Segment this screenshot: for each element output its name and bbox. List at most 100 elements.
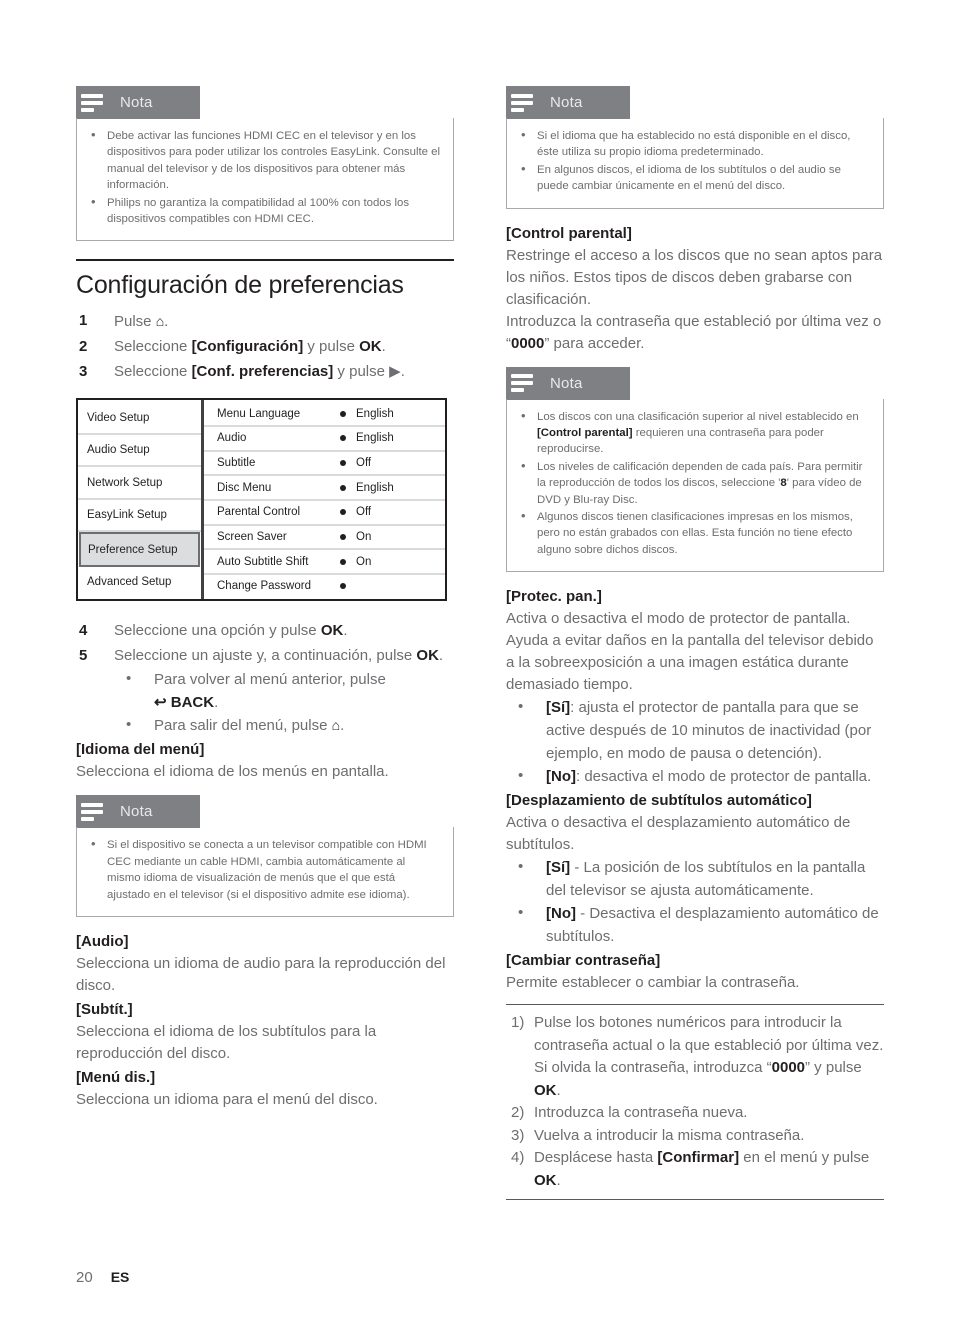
option-label: Audio — [217, 432, 247, 445]
note-icon — [81, 91, 107, 114]
right-arrow-icon: ▶ — [389, 363, 401, 381]
term-subtitle: [Subtít.] — [76, 1001, 133, 1019]
note-header: Nota — [76, 795, 200, 829]
option-row-audio[interactable]: Audio English — [204, 427, 445, 452]
steps-list-2: 4 Seleccione una opción y pulse OK. 5 Sele… — [76, 619, 454, 737]
language-code: ES — [110, 1269, 130, 1285]
desc-auto-subtitle-shift: Activa o desactiva el desplazamiento aut… — [506, 814, 851, 854]
bullet-icon — [340, 533, 356, 540]
option-no: [No] — [546, 768, 576, 786]
note-list: Si el idioma que ha establecido no está … — [517, 127, 871, 195]
bullet-icon — [340, 484, 356, 491]
setup-menu-sidebar: Video Setup Audio Setup Network Setup Ea… — [78, 400, 204, 600]
change-password-procedure: 1) Pulse los botones numéricos para intro… — [506, 1004, 884, 1201]
bullet-icon — [340, 558, 356, 565]
option-row-menu-language[interactable]: Menu Language English — [204, 402, 445, 428]
step5-bullets: Para volver al menú anterior, pulse↩ BAC… — [114, 667, 454, 737]
steps-list-1: 1 Pulse ⌂. 2 Seleccione [Configuración] y … — [76, 309, 454, 384]
ok-key: OK — [534, 1171, 557, 1189]
option-item: [Sí] - La posición de los subtítulos en … — [506, 855, 884, 902]
note-item: Debe activar las funciones HDMI CEC en e… — [87, 127, 441, 194]
term-parental-control: [Control parental] — [506, 224, 632, 242]
option-label: Menu Language — [217, 407, 301, 420]
sidebar-item-advanced-setup[interactable]: Advanced Setup — [78, 567, 201, 598]
note-box-hdmi-language: Nota Si el dispositivo se conecta a un t… — [76, 795, 454, 918]
procedure-list: 1) Pulse los botones numéricos para intro… — [506, 1012, 884, 1192]
note-body: Los discos con una clasificación superio… — [506, 398, 884, 573]
step-number: 2 — [79, 338, 88, 356]
sidebar-item-preference-setup[interactable]: Preference Setup — [79, 532, 200, 567]
bullet-icon — [340, 435, 356, 442]
note-icon — [81, 800, 107, 823]
procedure-text: Desplácese hasta [Confirmar] en el menú … — [534, 1149, 870, 1189]
term-disc-menu: [Menú dis.] — [76, 1069, 156, 1087]
option-row-subtitle[interactable]: Subtitle Off — [204, 452, 445, 477]
default-password: 0000 — [771, 1059, 806, 1077]
sidebar-item-audio-setup[interactable]: Audio Setup — [78, 435, 201, 468]
step-number: 4 — [79, 622, 88, 640]
procedure-text: Vuelva a introducir la misma contraseña. — [534, 1126, 805, 1144]
option-yes: [Sí] — [546, 859, 571, 877]
note-item: Algunos discos tienen clasificaciones im… — [517, 508, 871, 558]
note-body: Debe activar las funciones HDMI CEC en e… — [76, 118, 454, 242]
step-text: Pulse ⌂. — [114, 313, 169, 331]
note-item: Los discos con una clasificación superio… — [517, 408, 871, 458]
option-label: Parental Control — [217, 506, 301, 519]
step-number: 1 — [79, 312, 88, 330]
option-row-disc-menu[interactable]: Disc Menu English — [204, 476, 445, 501]
procedure-number: 1) — [511, 1014, 525, 1032]
step-item: 5 Seleccione un ajuste y, a continuación,… — [76, 644, 454, 737]
menu-ref: [Control parental] — [537, 427, 633, 440]
option-item: [No]: desactiva el modo de protector de … — [506, 764, 884, 788]
procedure-item: 2) Introduzca la contraseña nueva. — [506, 1102, 884, 1125]
step-item: 4 Seleccione una opción y pulse OK. — [76, 619, 454, 643]
step-text: Seleccione un ajuste y, a continuación, … — [114, 647, 444, 665]
setup-menu-options: Menu Language English Audio English Subt… — [204, 400, 445, 599]
option-row-auto-subtitle-shift[interactable]: Auto Subtitle Shift On — [204, 550, 445, 575]
bullet-icon — [340, 410, 356, 417]
note-box-hdmi-cec: Nota Debe activar las funciones HDMI CEC… — [76, 86, 454, 242]
bullet-item: Para salir del menú, pulse ⌂. — [114, 713, 454, 737]
page-title: Configuración de preferencias — [76, 271, 404, 300]
option-row-parental-control[interactable]: Parental Control Off — [204, 501, 445, 526]
option-item: [Sí]: ajusta el protector de pantalla pa… — [506, 695, 884, 765]
desc-screen-saver: Activa o desactiva el modo de protector … — [506, 610, 874, 694]
note-title: Nota — [120, 94, 153, 111]
option-value: English — [356, 407, 394, 420]
note-item: Los niveles de calificación dependen de … — [517, 458, 871, 508]
step-item: 2 Seleccione [Configuración] y pulse OK. — [76, 335, 454, 359]
note-box-parental-control: Nota Los discos con una clasificación su… — [506, 366, 884, 573]
sidebar-item-network-setup[interactable]: Network Setup — [78, 467, 201, 500]
ok-key: OK — [416, 647, 439, 665]
option-row-screen-saver[interactable]: Screen Saver On — [204, 526, 445, 551]
page-footer: 20 ES — [76, 1269, 129, 1286]
note-title: Nota — [550, 94, 583, 111]
procedure-number: 4) — [511, 1149, 525, 1167]
option-text: - Desactiva el desplazamiento automático… — [546, 905, 879, 946]
note-list: Debe activar las funciones HDMI CEC en e… — [87, 127, 441, 227]
page-number: 20 — [76, 1269, 93, 1286]
option-text: - La posición de los subtítulos en la pa… — [546, 859, 866, 900]
note-header: Nota — [506, 86, 630, 119]
section-divider — [76, 259, 454, 262]
step-item: 1 Pulse ⌂. — [76, 309, 454, 334]
screensaver-options: [Sí]: ajusta el protector de pantalla pa… — [506, 695, 884, 788]
bullet-icon — [340, 460, 356, 466]
menu-ref: [Confirmar] — [657, 1149, 740, 1167]
term-auto-subtitle-shift: [Desplazamiento de subtítulos automático… — [506, 792, 812, 810]
document-page: Nota Debe activar las funciones HDMI CEC… — [0, 0, 954, 1334]
note-icon — [511, 91, 537, 114]
bullet-icon — [340, 509, 356, 516]
home-icon: ⌂ — [331, 717, 341, 734]
option-value: Off — [356, 506, 372, 519]
desc-menu-language: Selecciona el idioma de los menús en pan… — [76, 763, 389, 781]
sidebar-item-video-setup[interactable]: Video Setup — [78, 402, 201, 435]
option-label: Auto Subtitle Shift — [217, 555, 309, 568]
option-text: : ajusta el protector de pantalla para q… — [546, 699, 872, 763]
autoshift-options: [Sí] - La posición de los subtítulos en … — [506, 855, 884, 948]
sidebar-item-easylink-setup[interactable]: EasyLink Setup — [78, 500, 201, 533]
option-row-change-password[interactable]: Change Password — [204, 575, 445, 598]
option-value: English — [356, 432, 394, 445]
option-text: : desactiva el modo de protector de pant… — [576, 768, 872, 786]
option-no: [No] — [546, 905, 576, 923]
